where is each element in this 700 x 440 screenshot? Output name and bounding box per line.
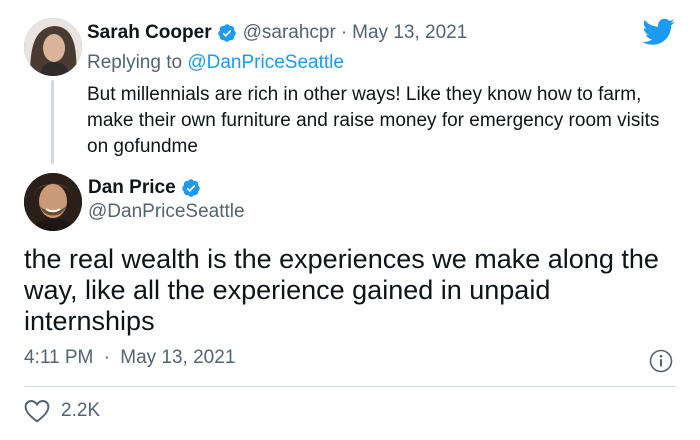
tweet-author-name[interactable]: Dan Price [88,177,176,199]
replying-to-mention[interactable]: @DanPriceSeattle [187,52,344,73]
separator-dot: · [103,347,110,368]
separator-dot: · [340,22,348,43]
replying-to-prefix: Replying to [87,52,183,73]
tweet-author-handle[interactable]: @DanPriceSeattle [88,201,245,223]
reply-date[interactable]: May 13, 2021 [352,22,467,44]
tweet-timestamp[interactable]: 4:11 PM · May 13, 2021 [24,347,235,369]
reply-text: But millennials are rich in other ways! … [87,84,660,157]
reply-author-avatar[interactable] [24,18,82,76]
thread-connector-line [51,80,54,164]
divider [24,386,676,387]
heart-icon [24,400,50,423]
verified-badge-icon [181,179,200,197]
tweet-text: the real wealth is the experiences we ma… [24,244,659,336]
replying-to-line: Replying to @DanPriceSeattle [87,52,344,74]
tweet-author-row: Dan Price [88,177,201,199]
info-icon[interactable] [649,349,673,373]
reply-author-handle[interactable]: @sarahcpr [243,22,336,44]
twitter-bird-icon[interactable] [643,18,675,46]
tweet-time: 4:11 PM [24,347,94,368]
reply-author-name[interactable]: Sarah Cooper [87,22,212,44]
reply-header: Sarah Cooper @sarahcpr · May 13, 2021 [87,22,467,44]
tweet-date: May 13, 2021 [120,347,236,368]
like-count: 2.2K [61,400,101,421]
tweet-author-avatar[interactable] [24,173,82,231]
like-button[interactable]: 2.2K [24,399,100,423]
verified-badge-icon [217,24,236,42]
